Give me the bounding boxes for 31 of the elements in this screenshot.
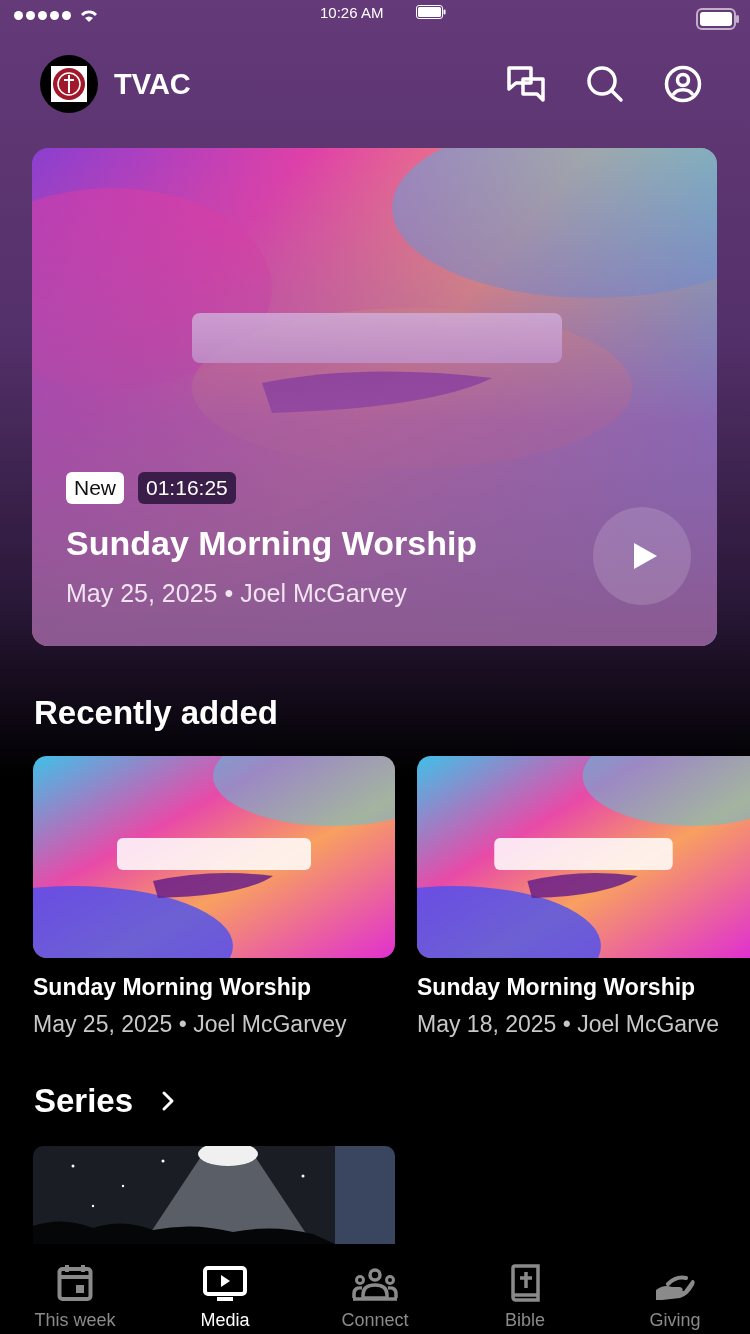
section-heading: Series	[34, 1082, 134, 1120]
tab-item[interactable]: This week	[0, 1245, 150, 1334]
search-icon[interactable]	[586, 65, 624, 103]
bible-icon	[509, 1264, 541, 1302]
video-meta: May 18, 2025 • Joel McGarve	[417, 1011, 721, 1038]
tv-play-icon	[203, 1266, 247, 1302]
play-icon	[631, 541, 659, 571]
battery-icon	[416, 5, 446, 19]
church-logo-icon[interactable]	[40, 55, 98, 113]
new-badge: New	[66, 472, 124, 504]
sermon-title: Sunday Morning Worship	[66, 524, 479, 563]
giving-hand-icon	[654, 1274, 696, 1302]
profile-icon[interactable]	[664, 65, 702, 103]
tab-item[interactable]: Connect	[300, 1245, 450, 1334]
calendar-icon	[57, 1264, 93, 1302]
sermon-meta: May 25, 2025 • Joel McGarvey	[66, 579, 408, 608]
chevron-right-icon[interactable]	[161, 1090, 176, 1112]
video-title: Sunday Morning Worship	[417, 974, 697, 1001]
status-time: 10:26 AM	[320, 4, 384, 21]
battery-icon	[696, 8, 740, 30]
signal-icon	[14, 10, 71, 20]
tab-item[interactable]: Bible	[450, 1245, 600, 1334]
church-name: TVAC	[114, 67, 191, 101]
tab-item[interactable]: Media	[150, 1245, 300, 1334]
tab-item[interactable]: Giving	[600, 1245, 750, 1334]
people-icon	[352, 1268, 398, 1302]
video-title: Sunday Morning Worship	[33, 974, 313, 1001]
duration-badge: 01:16:25	[138, 472, 236, 504]
video-meta: May 25, 2025 • Joel McGarvey	[33, 1011, 348, 1038]
section-heading: Recently added	[34, 694, 279, 732]
chat-icon[interactable]	[506, 65, 546, 103]
